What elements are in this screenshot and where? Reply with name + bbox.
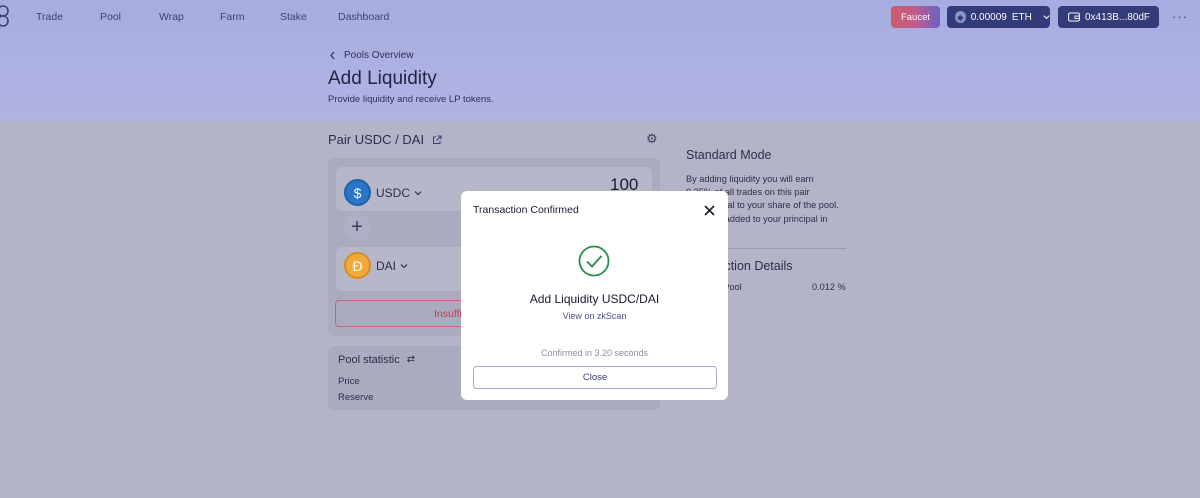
transaction-confirmed-modal: Transaction Confirmed Add Liquidity USDC… <box>461 191 728 400</box>
view-on-zkscan-link[interactable]: View on zkScan <box>461 311 728 321</box>
close-button[interactable]: Close <box>473 366 717 389</box>
modal-headline: Add Liquidity USDC/DAI <box>529 292 660 306</box>
close-icon[interactable] <box>704 205 715 216</box>
modal-title: Transaction Confirmed <box>473 204 579 216</box>
confirmation-time: Confirmed in 3.20 seconds <box>540 348 649 358</box>
success-check-icon <box>578 245 610 277</box>
